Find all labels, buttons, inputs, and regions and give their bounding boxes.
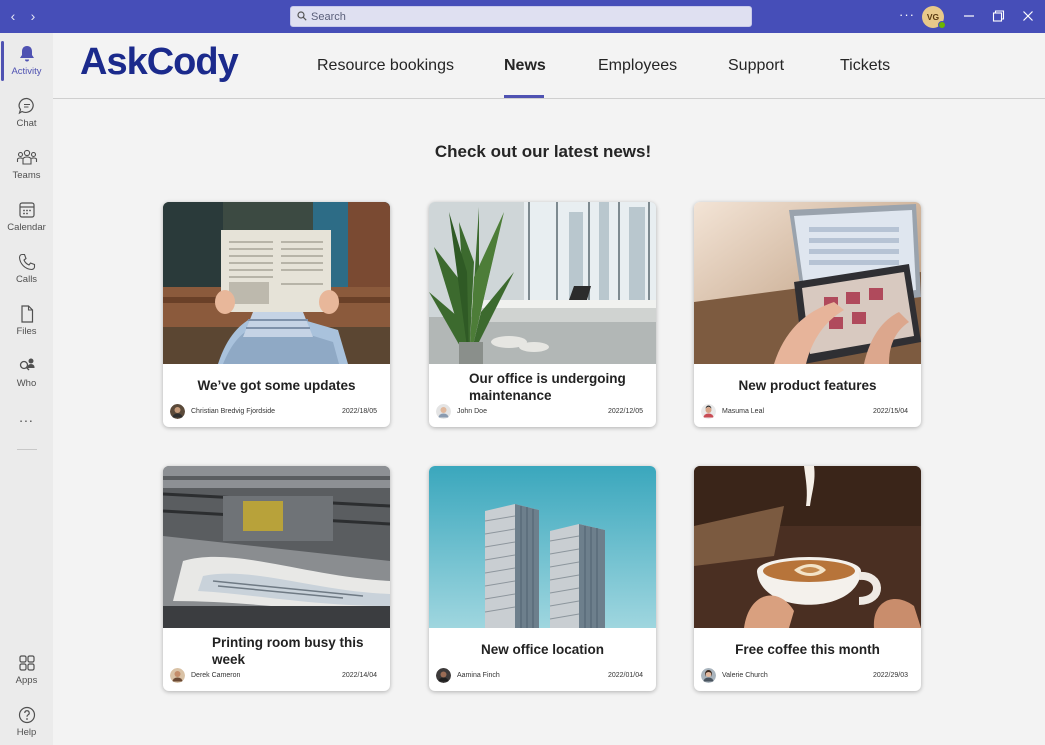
app-header: AskCody Resource bookings News Employees…	[53, 33, 1045, 99]
rail-label: Teams	[12, 170, 41, 181]
active-tab-indicator	[504, 95, 544, 98]
teams-icon	[16, 149, 37, 165]
news-card-image	[694, 466, 921, 628]
rail-label: Files	[16, 326, 37, 337]
rail-label: Help	[16, 727, 37, 738]
news-card-author: Christian Bredvig Fjordside	[191, 408, 276, 415]
app-rail: Activity Chat Teams Calendar Calls Files…	[0, 33, 53, 745]
news-card[interactable]: Printing room busy this week Derek Camer…	[163, 466, 390, 691]
news-card-date: 2022/12/05	[607, 408, 643, 415]
news-card-date: 2022/18/05	[341, 408, 377, 415]
news-card-author: Masuma Leal	[722, 408, 765, 415]
news-card-title: Free coffee this month	[735, 642, 880, 657]
news-card[interactable]: Our office is undergoing maintenance Joh…	[429, 202, 656, 427]
presence-available-icon	[938, 21, 946, 29]
news-card-date: 2022/01/04	[607, 672, 643, 679]
news-card-date: 2022/14/04	[341, 672, 377, 679]
news-card-author: Aamina Finch	[457, 672, 500, 679]
news-card-image	[694, 202, 921, 364]
tab-news[interactable]: News	[504, 57, 546, 75]
rail-label: Activity	[11, 66, 42, 77]
rail-item-files[interactable]: Files	[0, 297, 53, 347]
news-card-author: Valerie Church	[722, 672, 768, 679]
help-icon	[18, 706, 35, 724]
title-bar: ‹ › ··· VG	[0, 0, 1045, 33]
author-avatar	[170, 404, 185, 419]
search-box[interactable]	[290, 6, 752, 27]
news-card-title: Our office is undergoing maintenance	[469, 371, 626, 403]
news-card-image	[429, 466, 656, 628]
rail-item-chat[interactable]: Chat	[0, 89, 53, 139]
author-avatar	[701, 668, 716, 683]
news-card-image	[163, 466, 390, 628]
bell-icon	[19, 46, 34, 62]
news-card[interactable]: Free coffee this month Valerie Church 20…	[694, 466, 921, 691]
rail-item-apps[interactable]: Apps	[0, 646, 53, 696]
news-card-image	[163, 202, 390, 364]
rail-divider	[17, 449, 37, 450]
tab-support[interactable]: Support	[728, 57, 784, 75]
rail-item-calendar[interactable]: Calendar	[0, 193, 53, 243]
phone-icon	[18, 253, 35, 271]
tab-resource-bookings[interactable]: Resource bookings	[317, 57, 454, 75]
search-icon	[297, 11, 307, 21]
news-heading: Check out our latest news!	[434, 142, 652, 161]
rail-item-more[interactable]: ...	[0, 401, 53, 427]
news-card-author: John Doe	[457, 408, 487, 415]
rail-label: Who	[16, 378, 37, 389]
more-icon: ...	[19, 409, 34, 425]
author-avatar	[170, 668, 185, 683]
author-avatar	[701, 404, 716, 419]
tab-tickets[interactable]: Tickets	[840, 57, 890, 75]
askcody-logo[interactable]: AskCody	[80, 41, 239, 84]
news-card[interactable]: New product features Masuma Leal 2022/15…	[694, 202, 921, 427]
restore-icon[interactable]	[989, 7, 1007, 25]
rail-label: Calls	[15, 274, 38, 285]
rail-item-activity[interactable]: Activity	[0, 37, 53, 87]
tab-employees[interactable]: Employees	[598, 57, 677, 75]
rail-item-calls[interactable]: Calls	[0, 245, 53, 295]
news-card-image	[429, 202, 656, 364]
news-card-title: We’ve got some updates	[197, 378, 356, 393]
news-card-author: Derek Cameron	[191, 672, 241, 679]
close-icon[interactable]	[1019, 7, 1037, 25]
file-icon	[20, 305, 33, 323]
rail-item-teams[interactable]: Teams	[0, 141, 53, 191]
author-avatar	[436, 404, 451, 419]
people-icon	[19, 358, 34, 371]
news-card[interactable]: We’ve got some updates Christian Bredvig…	[163, 202, 390, 427]
more-options-icon[interactable]: ···	[899, 7, 915, 22]
apps-icon	[18, 655, 35, 671]
rail-item-who[interactable]: Who	[0, 349, 53, 399]
rail-item-help[interactable]: Help	[0, 698, 53, 745]
rail-label: Chat	[16, 118, 37, 129]
minimize-icon[interactable]	[960, 7, 978, 25]
news-card-title: Printing room busy this week	[212, 635, 364, 667]
news-card-date: 2022/29/03	[872, 672, 908, 679]
news-card-date: 2022/15/04	[872, 408, 908, 415]
back-arrow-icon[interactable]: ‹	[6, 8, 20, 24]
author-avatar	[436, 668, 451, 683]
news-card-title: New product features	[738, 378, 877, 393]
news-card[interactable]: New office location Aamina Finch 2022/01…	[429, 466, 656, 691]
forward-arrow-icon[interactable]: ›	[26, 8, 40, 24]
chat-icon	[18, 97, 34, 115]
search-input[interactable]	[311, 9, 741, 24]
news-card-title: New office location	[480, 642, 605, 657]
user-avatar[interactable]: VG	[922, 6, 946, 29]
calendar-icon	[18, 202, 35, 218]
rail-label: Calendar	[7, 222, 46, 233]
rail-label: Apps	[15, 675, 38, 686]
user-initials: VG	[926, 12, 940, 22]
